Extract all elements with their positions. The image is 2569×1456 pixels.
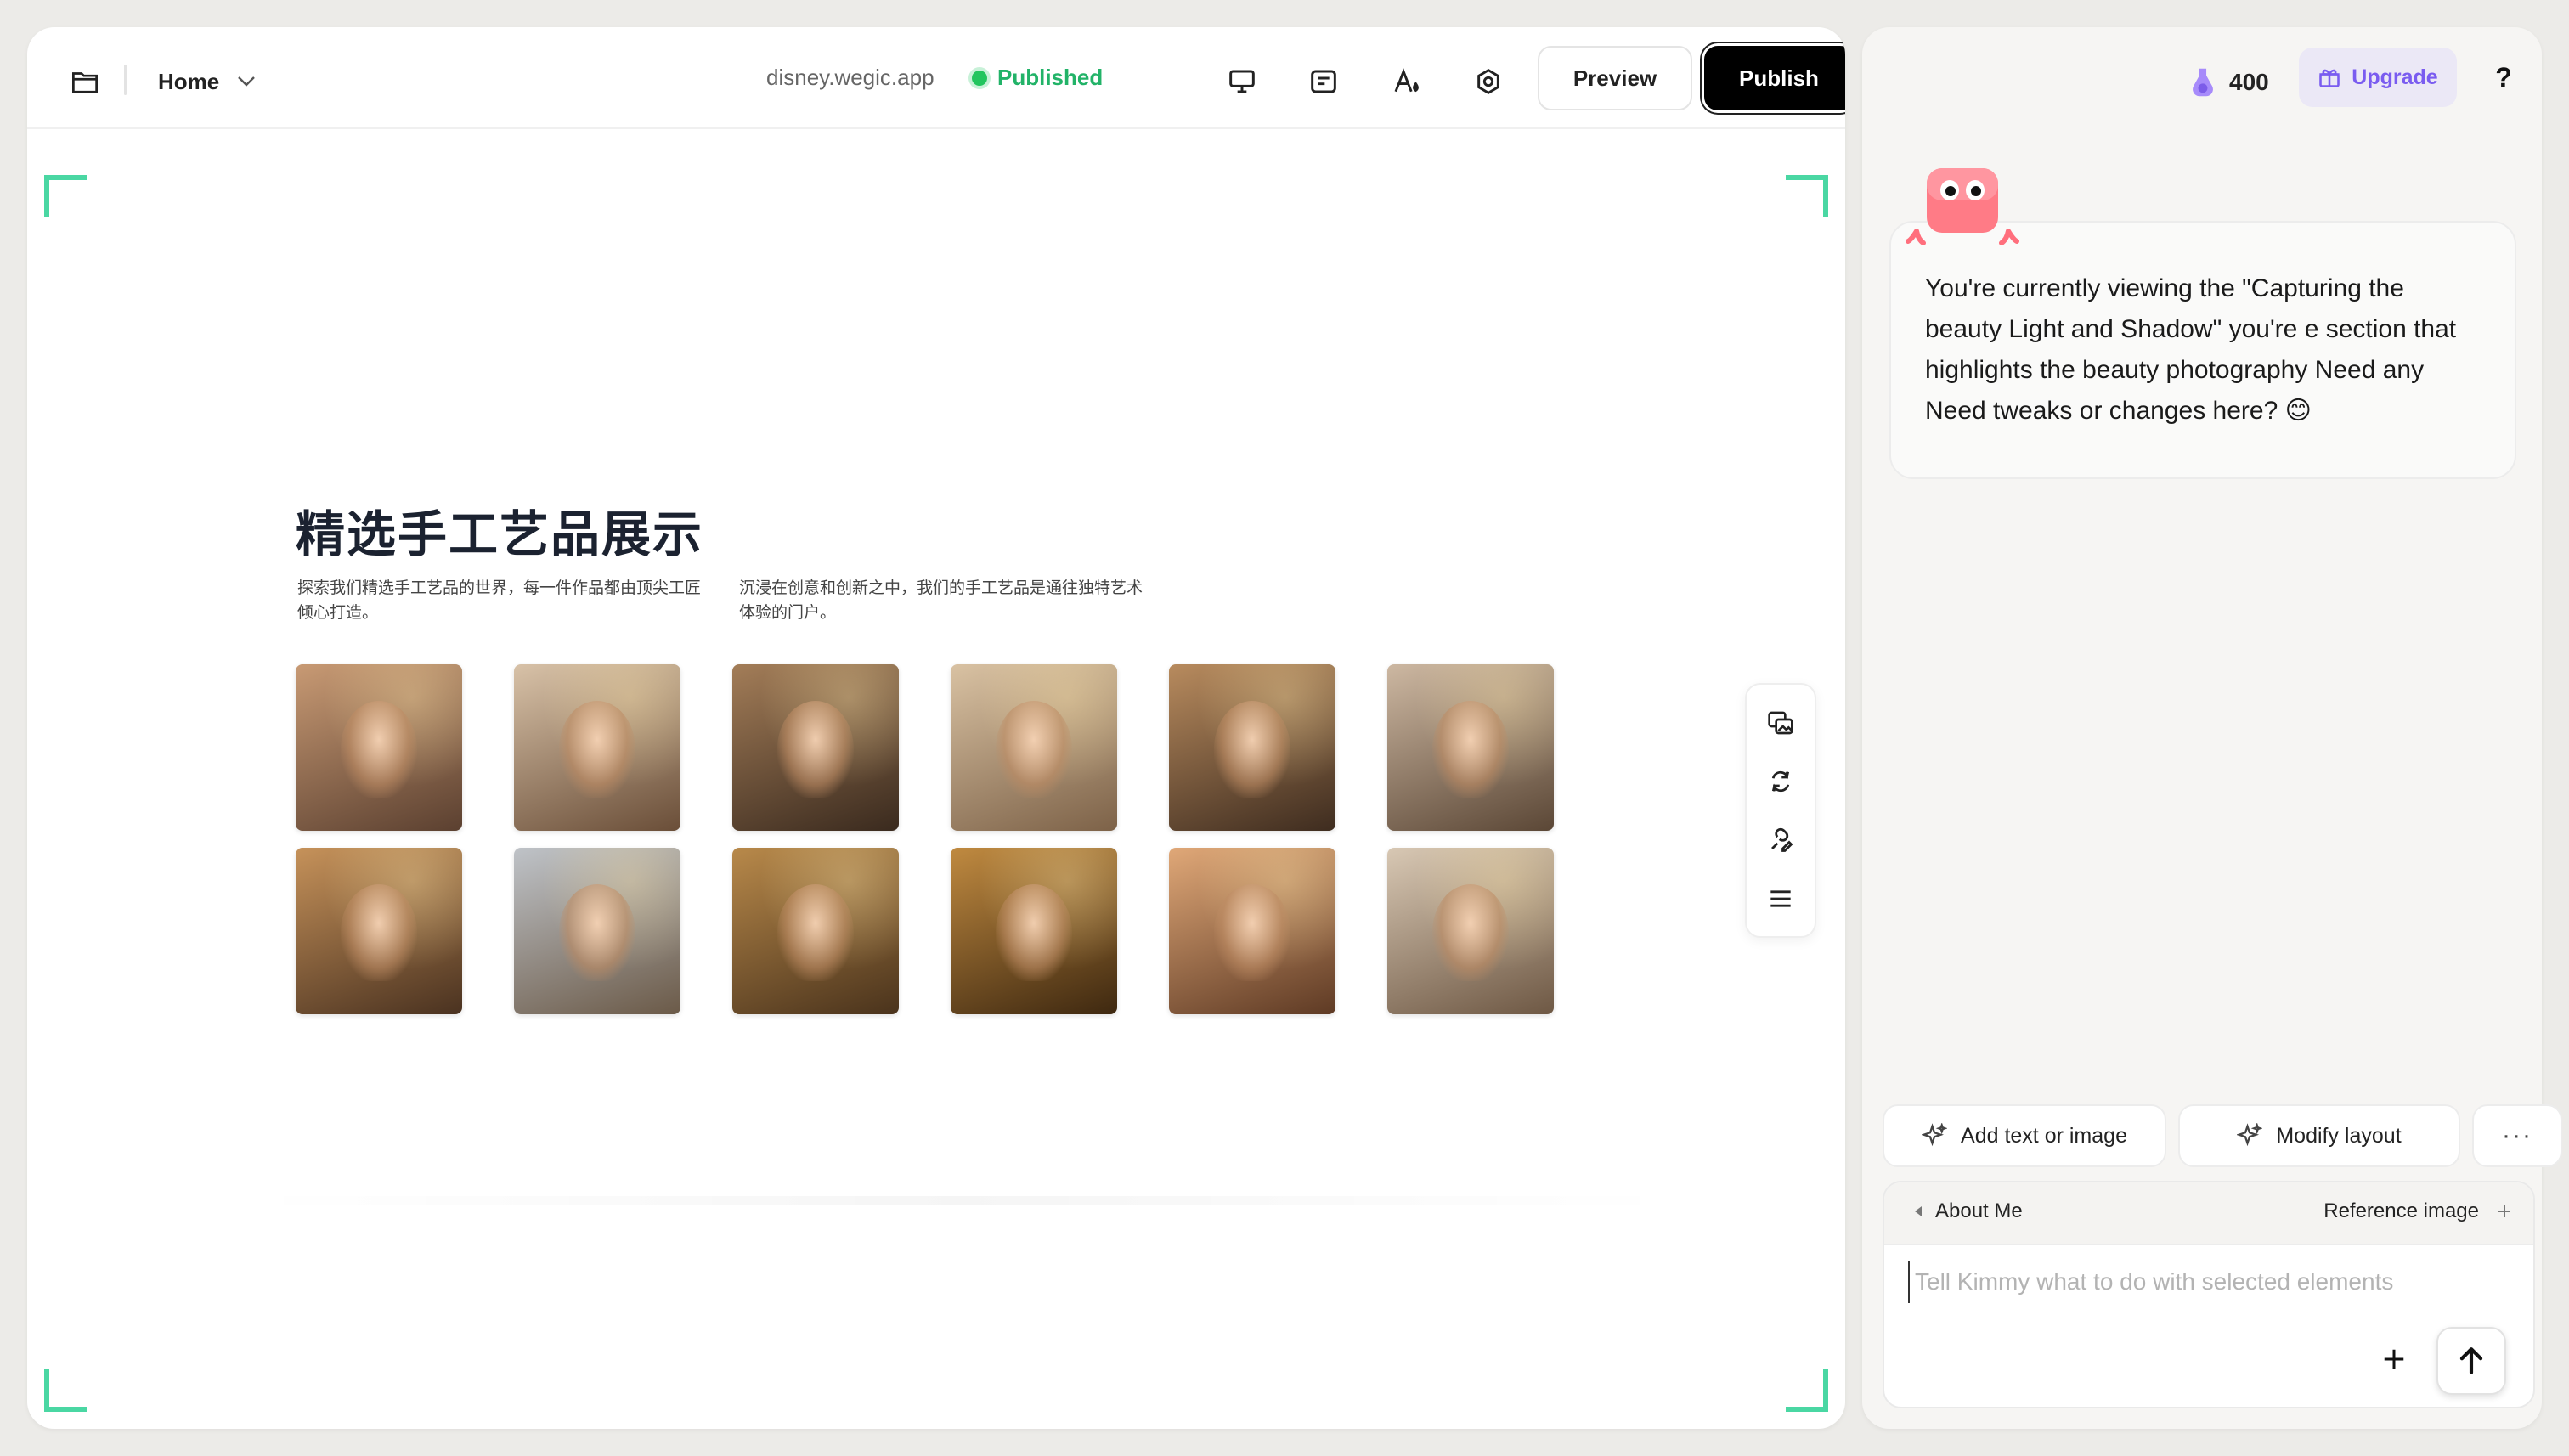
section-description-right[interactable]: 沉浸在创意和创新之中，我们的手工艺品是通往独特艺术体验的门户。 [739, 576, 1147, 625]
photo-subject [1431, 884, 1510, 981]
font-icon [1394, 68, 1419, 93]
selection-corner-top-left [44, 175, 87, 217]
gallery-photo[interactable] [296, 664, 462, 831]
credits-value: 400 [2229, 69, 2269, 95]
gallery-photo[interactable] [1387, 848, 1554, 1014]
regenerate-button[interactable] [1759, 759, 1803, 804]
photo-subject [558, 701, 636, 798]
photo-subject [995, 701, 1073, 798]
selected-section-label: About Me [1935, 1199, 2023, 1222]
gallery-photo[interactable] [732, 664, 899, 831]
preview-button[interactable]: Preview [1538, 46, 1692, 110]
element-toolbar [1745, 683, 1816, 938]
gallery-photo[interactable] [514, 664, 680, 831]
editor-panel: Home disney.wegic.app Published Preview … [27, 27, 1845, 1429]
help-button[interactable]: ? [2482, 56, 2525, 99]
selection-corner-bottom-left [44, 1369, 87, 1412]
regenerate-icon [1771, 770, 1790, 792]
prompt-input[interactable] [1908, 1261, 2503, 1303]
send-button[interactable] [2436, 1327, 2506, 1395]
publish-button[interactable]: Publish [1704, 46, 1845, 110]
section-title[interactable]: 精选手工艺品展示 [296, 494, 703, 566]
publish-status-label: Published [997, 65, 1104, 90]
edit-link-button[interactable] [1759, 818, 1803, 862]
photo-subject [776, 701, 855, 798]
gallery-photo[interactable] [951, 848, 1117, 1014]
composer-context-bar: About Me Reference image [1884, 1182, 2533, 1245]
potion-icon [2193, 68, 2213, 97]
upgrade-label: Upgrade [2352, 65, 2438, 89]
modify-layout-label: Modify layout [2276, 1123, 2402, 1148]
text-content-button[interactable] [1298, 56, 1349, 107]
gallery-photo[interactable] [1169, 664, 1335, 831]
photo-subject [1431, 701, 1510, 798]
gift-icon [2319, 69, 2340, 87]
selection-corner-bottom-right [1786, 1369, 1828, 1412]
photo-subject [558, 884, 636, 981]
page-canvas[interactable]: 精选手工艺品展示 探索我们精选手工艺品的世界，每一件作品都由顶尖工匠倾心打造。 … [27, 129, 1845, 1429]
plus-icon [2498, 1205, 2510, 1217]
assistant-panel: 400 Upgrade ? You're currently viewing t… [1862, 27, 2562, 1429]
photo-subject [340, 884, 418, 981]
replace-image-icon [1768, 711, 1793, 734]
folder-button[interactable] [61, 58, 109, 105]
editor-topbar: Home disney.wegic.app Published Preview … [27, 27, 1845, 129]
menu-icon [1770, 889, 1791, 907]
section-divider [248, 1196, 1675, 1205]
plus-icon [2384, 1349, 2404, 1369]
photo-subject [1213, 701, 1291, 798]
more-suggestions-button[interactable]: ··· [2472, 1104, 2562, 1167]
section-description-left[interactable]: 探索我们精选手工艺品的世界，每一件作品都由顶尖工匠倾心打造。 [297, 576, 705, 625]
gallery-photo[interactable] [732, 848, 899, 1014]
publish-status: Published [972, 65, 1103, 91]
page-selector-label: Home [158, 68, 220, 94]
edit-link-icon [1771, 827, 1793, 852]
assistant-message: You're currently viewing the "Capturing … [1889, 221, 2516, 479]
desktop-view-button[interactable] [1217, 56, 1268, 107]
topbar-divider [124, 65, 127, 95]
gallery-photo[interactable] [514, 848, 680, 1014]
prompt-composer: About Me Reference image [1883, 1181, 2535, 1408]
caret-left-icon [1915, 1206, 1922, 1216]
ellipsis-icon: ··· [2502, 1121, 2532, 1149]
sparkle-icon [2237, 1123, 2263, 1147]
photo-gallery [296, 664, 1554, 1014]
photo-subject [340, 701, 418, 798]
selected-section-tag[interactable]: About Me [1913, 1199, 2023, 1223]
folder-icon [72, 72, 98, 93]
selection-corner-top-right [1786, 175, 1828, 217]
credits-counter[interactable]: 400 [2188, 61, 2269, 104]
sparkle-icon [1922, 1123, 1948, 1147]
more-options-button[interactable] [1759, 877, 1803, 921]
settings-icon [1477, 68, 1499, 95]
desktop-icon [1229, 70, 1255, 93]
kimmy-mascot-icon [1906, 168, 2019, 245]
add-text-or-image-chip[interactable]: Add text or image [1883, 1104, 2166, 1167]
replace-image-button[interactable] [1759, 701, 1803, 745]
font-style-button[interactable] [1381, 56, 1432, 107]
status-dot-icon [972, 70, 987, 86]
photo-subject [995, 884, 1073, 981]
settings-button[interactable] [1463, 56, 1514, 107]
add-text-or-image-label: Add text or image [1961, 1123, 2127, 1148]
modify-layout-chip[interactable]: Modify layout [2178, 1104, 2460, 1167]
photo-subject [776, 884, 855, 981]
attach-button[interactable] [2369, 1334, 2419, 1385]
upgrade-button[interactable]: Upgrade [2299, 48, 2457, 107]
gallery-photo[interactable] [951, 664, 1117, 831]
chevron-down-icon [238, 76, 256, 87]
gallery-photo[interactable] [296, 848, 462, 1014]
text-box-icon [1311, 70, 1336, 93]
reference-image-button[interactable]: Reference image [2323, 1199, 2513, 1223]
photo-subject [1213, 884, 1291, 981]
gallery-photo[interactable] [1387, 664, 1554, 831]
gallery-photo[interactable] [1169, 848, 1335, 1014]
page-selector[interactable]: Home [148, 54, 267, 109]
arrow-up-icon [2459, 1347, 2483, 1374]
site-domain[interactable]: disney.wegic.app [766, 65, 934, 91]
reference-image-label: Reference image [2323, 1199, 2479, 1222]
